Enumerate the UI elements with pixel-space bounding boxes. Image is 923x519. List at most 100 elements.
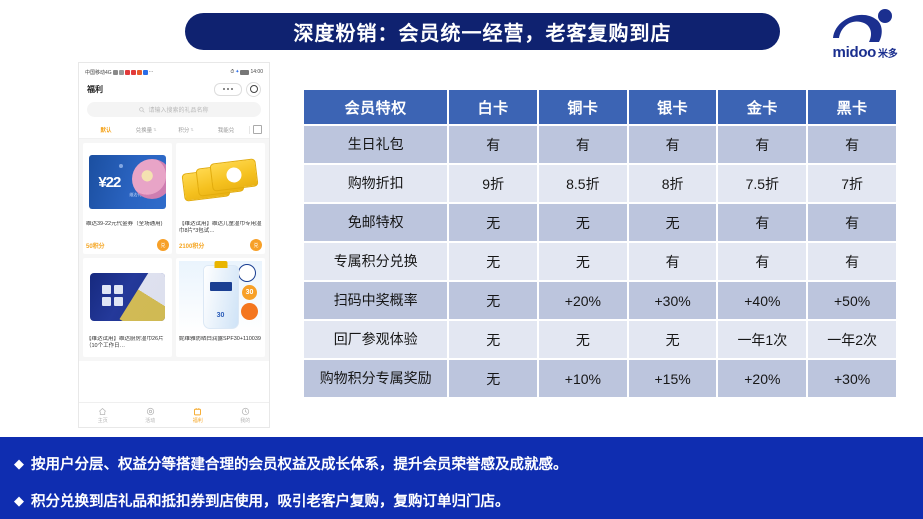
tab-redeemable[interactable]: 我能兑 — [206, 126, 246, 134]
list-item[interactable]: ¥22 维达代金券 维达39-22元代金券（全场通用) 50积分 兑 — [83, 143, 172, 254]
app-badge-icon-4 — [142, 69, 148, 75]
table-header-cell: 白卡 — [449, 90, 537, 124]
table-row: 回厂参观体验 无 无 无 一年1次 一年2次 — [304, 321, 896, 358]
app-badge-icon-2 — [130, 69, 136, 75]
value-cell: 无 — [628, 321, 717, 358]
bullet-line: ◆ 积分兑换到店礼品和抵扣券到店使用，吸引老客户复购，复购订单归门店。 — [0, 474, 923, 511]
gift-thumbnail — [86, 261, 169, 333]
nav-item-activity[interactable]: 活动 — [127, 407, 175, 424]
table-row: 扫码中奖概率 无 +20% +30% +40% +50% — [304, 282, 896, 319]
gift-name: 【维达试用】维达厨房湿巾26片（10个工作日… — [86, 336, 164, 350]
coupon-art: ¥22 维达代金券 — [89, 155, 166, 209]
value-cell: 一年1次 — [718, 321, 807, 358]
value-cell: 8折 — [628, 165, 717, 202]
list-item[interactable]: 【维达试用】维达儿童湿巾专用湿巾8片*3包试… 2100积分 兑 — [176, 143, 265, 254]
nav-item-welfare[interactable]: 福利 — [174, 407, 222, 424]
tab-default-label: 默认 — [100, 127, 112, 134]
nav-activity-label: 活动 — [145, 417, 156, 424]
table-header-cell: 黑卡 — [808, 90, 896, 124]
tab-redeemable-label: 我能兑 — [217, 127, 235, 134]
value-cell: +30% — [628, 282, 717, 319]
diamond-bullet-icon: ◆ — [14, 493, 24, 508]
phone-status-bar: 中国移动4G ⋯ ⏱ ✦ 14:00 — [79, 63, 269, 79]
membership-privilege-table: 会员特权 白卡 铜卡 银卡 金卡 黑卡 生日礼包 有 有 有 有 有 购物折扣 … — [302, 88, 898, 399]
table-header-cell: 铜卡 — [539, 90, 627, 124]
phone-nav-bar: 福利 — [79, 79, 269, 99]
value-cell: 无 — [449, 243, 537, 280]
value-cell: +15% — [628, 360, 717, 397]
list-view-toggle-icon[interactable] — [253, 125, 262, 134]
table-row: 免邮特权 无 无 无 有 有 — [304, 204, 896, 241]
value-cell: 有 — [808, 126, 896, 163]
tab-exchange-count[interactable]: 兑换量 ⇅ — [126, 126, 166, 134]
table-header-cell: 银卡 — [628, 90, 717, 124]
redeem-button[interactable]: 兑 — [157, 239, 169, 251]
redeem-button[interactable]: 兑 — [250, 239, 262, 251]
wifi-icon — [118, 69, 124, 75]
search-placeholder: 请输入搜索的礼品名称 — [148, 108, 209, 114]
diamond-bullet-icon: ◆ — [14, 456, 24, 471]
gift-thumbnail: 30 30 — [179, 261, 262, 333]
table-header-cell: 金卡 — [718, 90, 807, 124]
tab-points[interactable]: 积分 ⇅ — [166, 126, 206, 134]
sort-arrow-icon-1: ⇅ — [153, 127, 157, 132]
value-cell: 有 — [539, 126, 627, 163]
list-item[interactable]: 30 30 妮维雅防晒白润露SPF30+110039 — [176, 258, 265, 357]
gift-name: 维达39-22元代金券（全场通用) — [86, 221, 163, 227]
value-cell: 9折 — [449, 165, 537, 202]
slide-title-banner: 深度粉销：会员统一经营，老客复购到店 — [185, 13, 780, 50]
close-miniapp-button[interactable] — [246, 81, 261, 97]
table-row: 专属积分兑换 无 无 有 有 有 — [304, 243, 896, 280]
nav-item-home[interactable]: 主页 — [79, 407, 127, 424]
app-badge-icon-1 — [124, 69, 130, 75]
list-item[interactable]: 【维达试用】维达厨房湿巾26片（10个工作日… — [83, 258, 172, 357]
value-cell: +40% — [718, 282, 807, 319]
value-cell: 有 — [718, 204, 807, 241]
carrier-label: 中国移动4G — [85, 69, 112, 76]
phone-bottom-nav: 主页 活动 福利 我的 — [79, 402, 269, 427]
gift-icon — [194, 407, 202, 415]
app-badge-icon-3 — [136, 69, 142, 75]
logo-mark-icon — [833, 9, 892, 42]
value-cell: 有 — [718, 243, 807, 280]
gift-thumbnail — [179, 146, 262, 218]
feature-cell: 购物积分专属奖励 — [304, 360, 448, 397]
value-cell: 有 — [449, 126, 537, 163]
table-header-cell: 会员特权 — [304, 90, 448, 124]
phone-page-title: 福利 — [87, 84, 103, 94]
tab-divider — [249, 125, 250, 134]
value-cell: +20% — [539, 282, 627, 319]
more-status-icon: ⋯ — [148, 69, 154, 75]
search-input[interactable]: 请输入搜索的礼品名称 — [87, 102, 261, 117]
spf-value: 30 — [216, 312, 225, 319]
home-icon — [99, 407, 107, 415]
value-cell: 7.5折 — [718, 165, 807, 202]
value-cell: 8.5折 — [539, 165, 627, 202]
feature-cell: 免邮特权 — [304, 204, 448, 241]
sort-tab-bar: 默认 兑换量 ⇅ 积分 ⇅ 我能兑 — [79, 122, 269, 139]
feature-cell: 回厂参观体验 — [304, 321, 448, 358]
spf-badge: 30 — [242, 285, 257, 300]
nav-item-profile[interactable]: 我的 — [222, 407, 270, 424]
value-cell: 一年2次 — [808, 321, 896, 358]
activity-icon — [146, 407, 154, 415]
tab-exchange-count-label: 兑换量 — [135, 127, 153, 134]
wipes-pack-art — [181, 153, 260, 211]
logo-wordmark: midoo 米多 — [819, 44, 911, 61]
tab-default[interactable]: 默认 — [86, 126, 126, 134]
table-row: 购物折扣 9折 8.5折 8折 7.5折 7折 — [304, 165, 896, 202]
gift-name: 妮维雅防晒白润露SPF30+110039 — [179, 336, 261, 342]
kitchen-wipes-art — [90, 273, 165, 321]
feature-cell: 专属积分兑换 — [304, 243, 448, 280]
sort-arrow-icon-2: ⇅ — [190, 127, 194, 132]
value-cell: 7折 — [808, 165, 896, 202]
coupon-amount: ¥22 — [98, 173, 121, 191]
page-title: 深度粉销：会员统一经营，老客复购到店 — [293, 23, 672, 45]
nav-profile-label: 我的 — [240, 417, 251, 424]
table-row: 生日礼包 有 有 有 有 有 — [304, 126, 896, 163]
clock-label: 14:00 — [250, 69, 263, 75]
gift-thumbnail: ¥22 维达代金券 — [86, 146, 169, 218]
more-menu-button[interactable] — [214, 82, 242, 96]
search-icon — [139, 106, 146, 113]
value-cell: 有 — [628, 126, 717, 163]
